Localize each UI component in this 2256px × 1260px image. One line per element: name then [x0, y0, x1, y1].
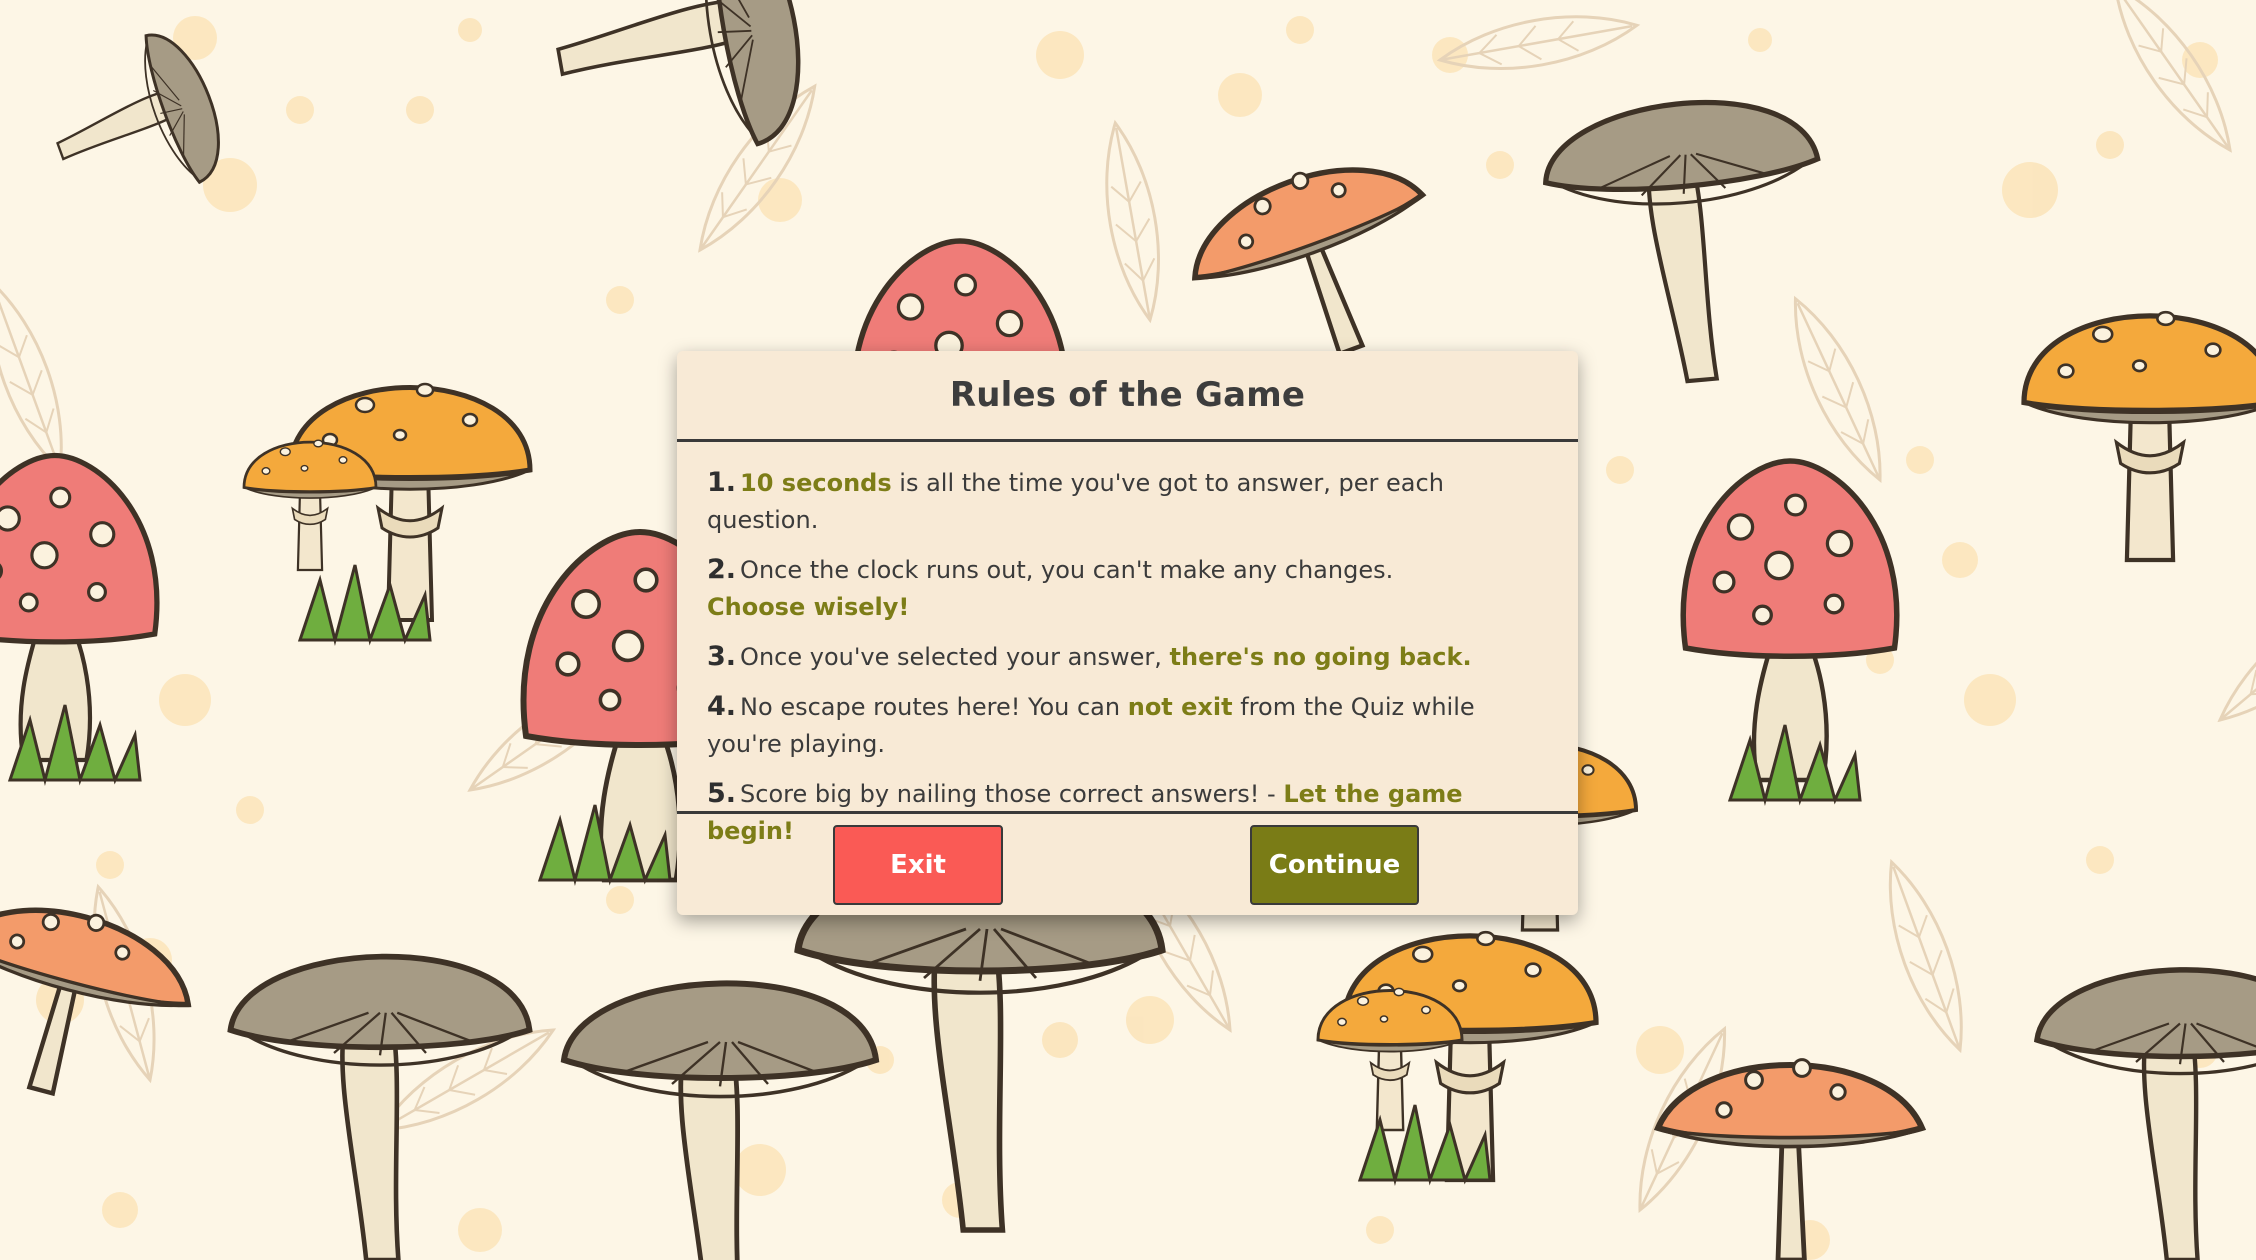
exit-button[interactable]: Exit [833, 825, 1003, 905]
rule-highlight: Choose wisely! [707, 593, 910, 621]
rule-item: 4. No escape routes here! You can not exi… [707, 688, 1548, 763]
rule-text: No escape routes here! You can [740, 693, 1128, 721]
rule-item: 1. 10 seconds is all the time you've got … [707, 464, 1548, 539]
dialog-footer: Exit Continue [677, 811, 1578, 915]
dialog-title: Rules of the Game [949, 375, 1306, 415]
continue-button[interactable]: Continue [1250, 825, 1419, 905]
rule-number: 2. [707, 554, 737, 585]
rule-number: 1. [707, 467, 737, 498]
rule-highlight: there's no going back. [1169, 643, 1472, 671]
rule-text: Score big by nailing those correct answe… [740, 780, 1284, 808]
rules-list: 1. 10 seconds is all the time you've got … [677, 442, 1578, 850]
rule-highlight: not exit [1127, 693, 1233, 721]
rule-highlight: 10 seconds [740, 469, 892, 497]
rule-number: 3. [707, 641, 737, 672]
rule-item: 2. Once the clock runs out, you can't mak… [707, 551, 1548, 626]
rule-text: Once you've selected your answer, [740, 643, 1170, 671]
rule-item: 3. Once you've selected your answer, ther… [707, 638, 1548, 676]
rule-number: 4. [707, 691, 737, 722]
dialog-header: Rules of the Game [677, 351, 1578, 442]
rules-dialog: Rules of the Game 1. 10 seconds is all th… [677, 351, 1578, 915]
rule-number: 5. [707, 778, 737, 809]
rule-text: Once the clock runs out, you can't make … [740, 556, 1394, 584]
